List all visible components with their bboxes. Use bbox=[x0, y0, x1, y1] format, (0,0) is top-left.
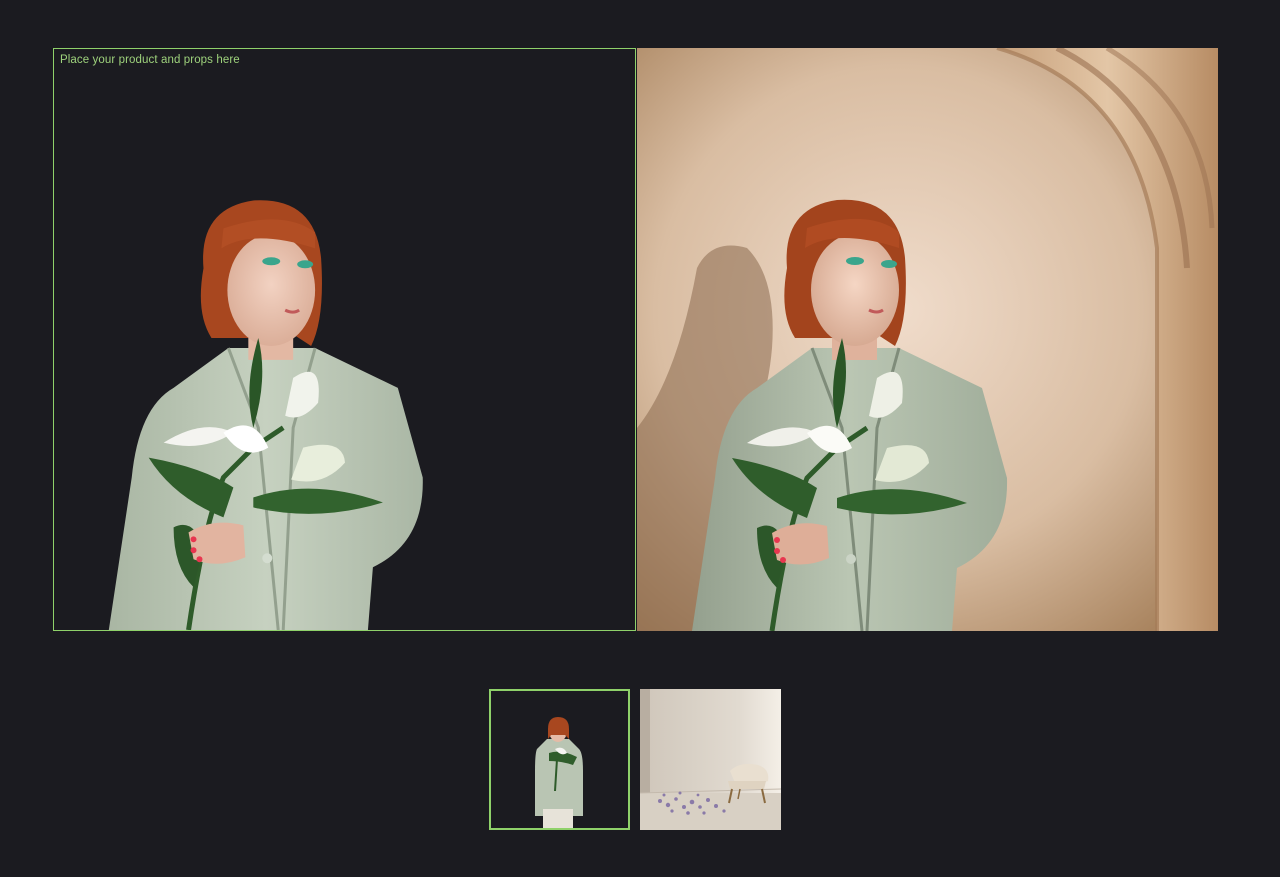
thumbnail-room-image bbox=[640, 689, 781, 830]
thumbnail-room-chair[interactable] bbox=[640, 689, 781, 830]
thumbnail-model-image bbox=[491, 691, 628, 828]
placement-hint-text: Place your product and props here bbox=[60, 54, 240, 66]
generated-result-image bbox=[637, 48, 1218, 631]
canvas-stage: Place your product and props here bbox=[53, 48, 1218, 631]
product-placement-canvas[interactable]: Place your product and props here bbox=[53, 48, 636, 631]
model-cutout-image bbox=[108, 200, 423, 630]
result-scene bbox=[637, 48, 1218, 631]
thumbnail-model-cutout[interactable] bbox=[489, 689, 630, 830]
thumbnail-strip bbox=[489, 689, 781, 830]
